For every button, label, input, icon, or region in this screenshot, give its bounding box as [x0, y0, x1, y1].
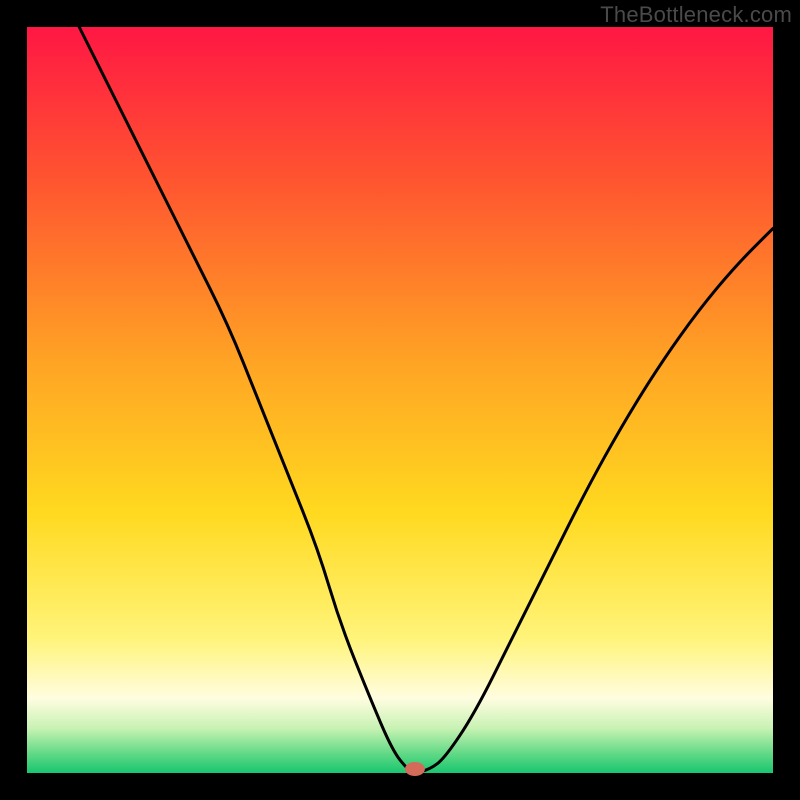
- bottleneck-chart: [0, 0, 800, 800]
- watermark-text: TheBottleneck.com: [600, 2, 792, 28]
- optimal-point-marker: [405, 762, 425, 776]
- chart-container: TheBottleneck.com: [0, 0, 800, 800]
- chart-gradient-bg: [27, 27, 773, 773]
